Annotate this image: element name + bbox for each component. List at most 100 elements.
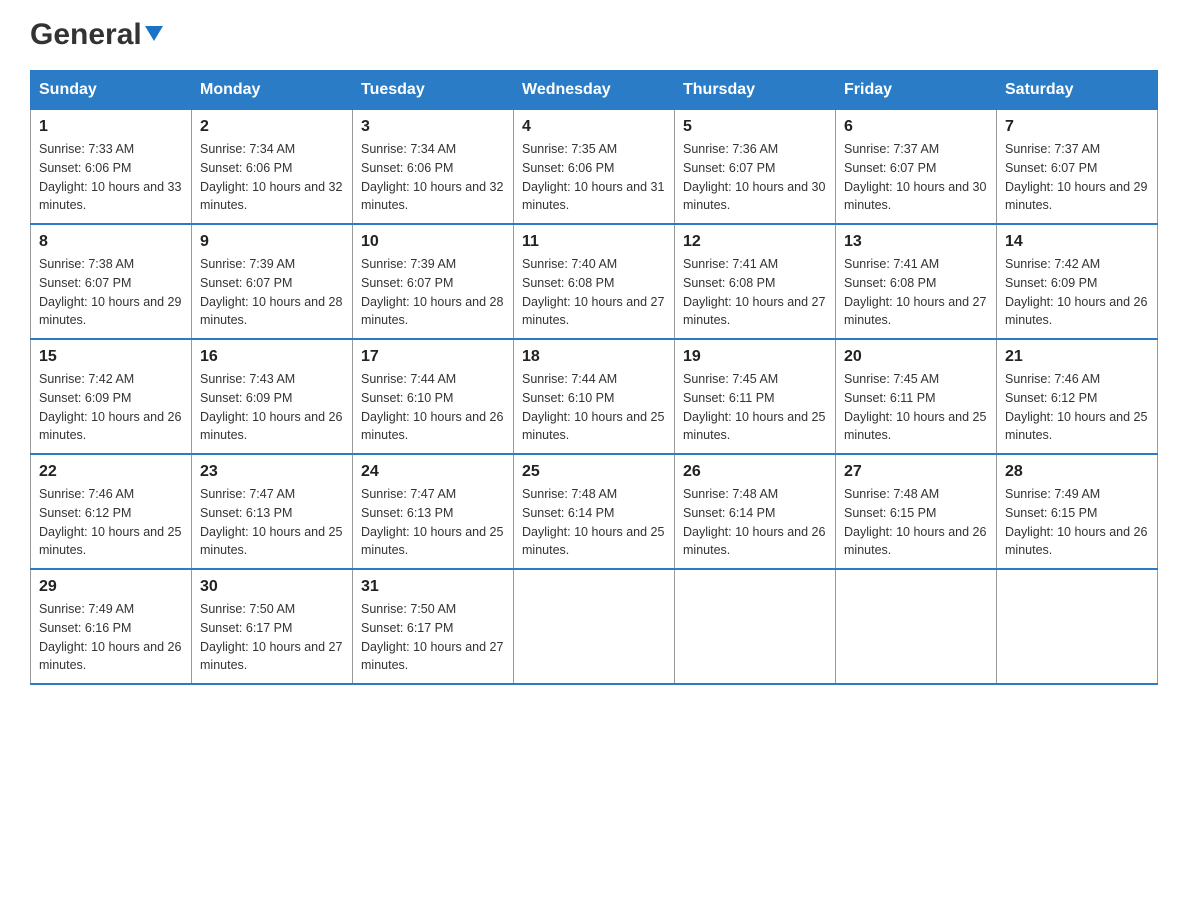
day-number: 29 [39,578,183,596]
week-row-1: 1 Sunrise: 7:33 AMSunset: 6:06 PMDaylight… [31,110,1158,225]
calendar-cell: 8 Sunrise: 7:38 AMSunset: 6:07 PMDaylight… [31,224,192,339]
day-number: 5 [683,118,827,136]
day-number: 17 [361,348,505,366]
day-number: 9 [200,233,344,251]
day-number: 4 [522,118,666,136]
calendar-cell: 26Sunrise: 7:48 AMSunset: 6:14 PMDayligh… [675,454,836,569]
day-number: 1 [39,118,183,136]
calendar-cell: 7 Sunrise: 7:37 AMSunset: 6:07 PMDaylight… [997,110,1158,225]
day-info: Sunrise: 7:50 AMSunset: 6:17 PMDaylight:… [200,600,344,675]
day-info: Sunrise: 7:41 AMSunset: 6:08 PMDaylight:… [683,255,827,330]
calendar-cell: 31 Sunrise: 7:50 AMSunset: 6:17 PMDayligh… [353,569,514,684]
calendar-cell: 6Sunrise: 7:37 AMSunset: 6:07 PMDaylight… [836,110,997,225]
day-info: Sunrise: 7:44 AMSunset: 6:10 PMDaylight:… [361,370,505,445]
day-info: Sunrise: 7:50 AMSunset: 6:17 PMDaylight:… [361,600,505,675]
week-row-5: 29Sunrise: 7:49 AMSunset: 6:16 PMDayligh… [31,569,1158,684]
calendar-cell: 9 Sunrise: 7:39 AMSunset: 6:07 PMDaylight… [192,224,353,339]
calendar-cell: 21 Sunrise: 7:46 AMSunset: 6:12 PMDayligh… [997,339,1158,454]
weekday-header-friday: Friday [836,71,997,110]
day-info: Sunrise: 7:40 AMSunset: 6:08 PMDaylight:… [522,255,666,330]
day-info: Sunrise: 7:48 AMSunset: 6:15 PMDaylight:… [844,485,988,560]
day-number: 20 [844,348,988,366]
weekday-header-thursday: Thursday [675,71,836,110]
day-number: 21 [1005,348,1149,366]
day-info: Sunrise: 7:34 AMSunset: 6:06 PMDaylight:… [200,140,344,215]
calendar-cell [997,569,1158,684]
day-info: Sunrise: 7:48 AMSunset: 6:14 PMDaylight:… [522,485,666,560]
calendar-body: 1 Sunrise: 7:33 AMSunset: 6:06 PMDaylight… [31,110,1158,685]
day-number: 15 [39,348,183,366]
day-number: 18 [522,348,666,366]
page-header: General [30,20,1158,50]
day-number: 6 [844,118,988,136]
day-number: 31 [361,578,505,596]
day-number: 26 [683,463,827,481]
calendar-cell: 24Sunrise: 7:47 AMSunset: 6:13 PMDayligh… [353,454,514,569]
calendar-cell: 18Sunrise: 7:44 AMSunset: 6:10 PMDayligh… [514,339,675,454]
calendar-cell: 10Sunrise: 7:39 AMSunset: 6:07 PMDayligh… [353,224,514,339]
day-info: Sunrise: 7:38 AMSunset: 6:07 PMDaylight:… [39,255,183,330]
calendar-cell: 12 Sunrise: 7:41 AMSunset: 6:08 PMDayligh… [675,224,836,339]
calendar-cell: 28 Sunrise: 7:49 AMSunset: 6:15 PMDayligh… [997,454,1158,569]
day-info: Sunrise: 7:33 AMSunset: 6:06 PMDaylight:… [39,140,183,215]
calendar-cell: 17 Sunrise: 7:44 AMSunset: 6:10 PMDayligh… [353,339,514,454]
day-info: Sunrise: 7:46 AMSunset: 6:12 PMDaylight:… [1005,370,1149,445]
day-info: Sunrise: 7:39 AMSunset: 6:07 PMDaylight:… [361,255,505,330]
week-row-2: 8 Sunrise: 7:38 AMSunset: 6:07 PMDaylight… [31,224,1158,339]
day-number: 8 [39,233,183,251]
logo-triangle-icon [145,26,163,41]
calendar-cell [514,569,675,684]
calendar-cell: 19Sunrise: 7:45 AMSunset: 6:11 PMDayligh… [675,339,836,454]
day-number: 11 [522,233,666,251]
day-number: 3 [361,118,505,136]
calendar-cell: 11 Sunrise: 7:40 AMSunset: 6:08 PMDayligh… [514,224,675,339]
day-info: Sunrise: 7:37 AMSunset: 6:07 PMDaylight:… [1005,140,1149,215]
day-number: 13 [844,233,988,251]
calendar-cell: 16 Sunrise: 7:43 AMSunset: 6:09 PMDayligh… [192,339,353,454]
day-info: Sunrise: 7:34 AMSunset: 6:06 PMDaylight:… [361,140,505,215]
day-info: Sunrise: 7:36 AMSunset: 6:07 PMDaylight:… [683,140,827,215]
weekday-header-monday: Monday [192,71,353,110]
day-info: Sunrise: 7:49 AMSunset: 6:15 PMDaylight:… [1005,485,1149,560]
calendar-cell: 27 Sunrise: 7:48 AMSunset: 6:15 PMDayligh… [836,454,997,569]
day-info: Sunrise: 7:42 AMSunset: 6:09 PMDaylight:… [1005,255,1149,330]
calendar-cell: 30 Sunrise: 7:50 AMSunset: 6:17 PMDayligh… [192,569,353,684]
day-number: 28 [1005,463,1149,481]
day-info: Sunrise: 7:43 AMSunset: 6:09 PMDaylight:… [200,370,344,445]
day-number: 14 [1005,233,1149,251]
weekday-header-sunday: Sunday [31,71,192,110]
calendar-cell: 29Sunrise: 7:49 AMSunset: 6:16 PMDayligh… [31,569,192,684]
day-info: Sunrise: 7:47 AMSunset: 6:13 PMDaylight:… [361,485,505,560]
week-row-3: 15 Sunrise: 7:42 AMSunset: 6:09 PMDayligh… [31,339,1158,454]
day-number: 27 [844,463,988,481]
day-info: Sunrise: 7:45 AMSunset: 6:11 PMDaylight:… [683,370,827,445]
calendar-cell: 4 Sunrise: 7:35 AMSunset: 6:06 PMDaylight… [514,110,675,225]
day-number: 22 [39,463,183,481]
calendar-cell: 3 Sunrise: 7:34 AMSunset: 6:06 PMDaylight… [353,110,514,225]
day-info: Sunrise: 7:47 AMSunset: 6:13 PMDaylight:… [200,485,344,560]
calendar-cell: 1 Sunrise: 7:33 AMSunset: 6:06 PMDaylight… [31,110,192,225]
weekday-header-row: SundayMondayTuesdayWednesdayThursdayFrid… [31,71,1158,110]
day-info: Sunrise: 7:45 AMSunset: 6:11 PMDaylight:… [844,370,988,445]
day-number: 16 [200,348,344,366]
day-info: Sunrise: 7:42 AMSunset: 6:09 PMDaylight:… [39,370,183,445]
calendar-header: SundayMondayTuesdayWednesdayThursdayFrid… [31,71,1158,110]
weekday-header-tuesday: Tuesday [353,71,514,110]
day-info: Sunrise: 7:35 AMSunset: 6:06 PMDaylight:… [522,140,666,215]
day-number: 2 [200,118,344,136]
calendar-cell [836,569,997,684]
calendar-cell: 15 Sunrise: 7:42 AMSunset: 6:09 PMDayligh… [31,339,192,454]
calendar-cell: 14 Sunrise: 7:42 AMSunset: 6:09 PMDayligh… [997,224,1158,339]
logo: General [30,20,163,50]
weekday-header-wednesday: Wednesday [514,71,675,110]
weekday-header-saturday: Saturday [997,71,1158,110]
day-info: Sunrise: 7:39 AMSunset: 6:07 PMDaylight:… [200,255,344,330]
logo-general-text: General [30,20,142,50]
day-info: Sunrise: 7:41 AMSunset: 6:08 PMDaylight:… [844,255,988,330]
calendar-cell: 5 Sunrise: 7:36 AMSunset: 6:07 PMDaylight… [675,110,836,225]
day-number: 12 [683,233,827,251]
day-number: 25 [522,463,666,481]
day-number: 7 [1005,118,1149,136]
day-info: Sunrise: 7:46 AMSunset: 6:12 PMDaylight:… [39,485,183,560]
day-number: 30 [200,578,344,596]
